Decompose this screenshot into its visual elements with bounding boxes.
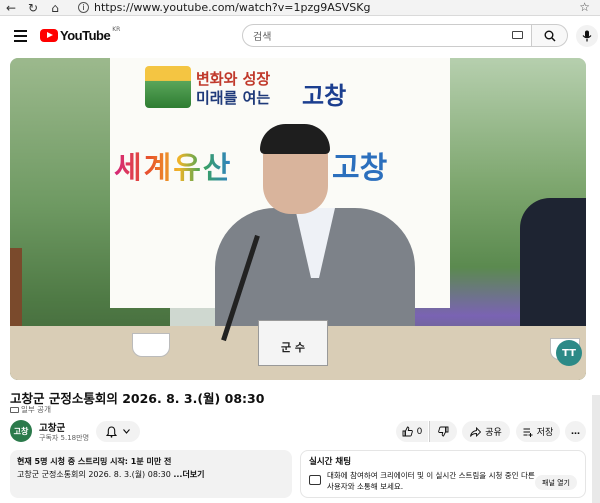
banner-slogan-line1: 변화와 성장 (196, 70, 271, 88)
live-chat-panel: 실시간 채팅 대화에 참여하여 크리에이터 및 이 실시간 스트림을 시청 중인… (300, 450, 586, 498)
like-count: 0 (416, 426, 423, 437)
save-button[interactable]: 저장 (516, 421, 560, 442)
bookmark-star-icon[interactable]: ☆ (579, 0, 590, 14)
person-right (520, 198, 586, 338)
search-input[interactable]: 검색 (242, 24, 532, 47)
view-stats: 현재 5명 시청 중 스트리밍 시작: 1분 미만 전 (17, 457, 172, 466)
visibility-badge: 일부 공개 (10, 404, 51, 415)
back-icon[interactable]: ← (0, 0, 22, 16)
play-logo-icon (40, 29, 58, 42)
subscriber-count: 구독자 5.18만명 (39, 434, 90, 442)
like-button[interactable]: 0 (396, 421, 428, 442)
home-icon[interactable]: ⌂ (44, 0, 66, 16)
live-chat-heading: 실시간 채팅 (309, 457, 352, 467)
video-player[interactable]: 변화와 성장 미래를 여는 고창 세계유산 고창 군 수 TT (10, 58, 586, 380)
menu-icon[interactable] (14, 30, 27, 42)
banner-heritage: 세계유산 (114, 143, 232, 187)
nameplate: 군 수 (258, 320, 328, 366)
description-box[interactable]: 현재 5명 시청 중 스트리밍 시작: 1분 미만 전 고창군 군정소통회의 2… (10, 450, 292, 498)
description-text: 고창군 군정소통회의 2026. 8. 3.(월) 08:30 (17, 470, 171, 479)
open-panel-button[interactable]: 패널 열기 (535, 475, 577, 490)
visibility-label: 일부 공개 (21, 405, 51, 414)
tea-cup-left (132, 333, 170, 357)
site-info-icon[interactable]: i (78, 2, 89, 13)
show-more-link[interactable]: ...더보기 (173, 470, 204, 479)
thumbs-down-icon (438, 426, 449, 437)
banner-heritage-city: 고창 (332, 151, 388, 186)
refresh-icon[interactable]: ↻ (22, 0, 44, 16)
share-button[interactable]: 공유 (462, 421, 510, 442)
voice-search-button[interactable] (576, 25, 598, 47)
share-icon (470, 426, 482, 437)
channel-name[interactable]: 고창군 (39, 420, 65, 434)
thumbs-up-icon (402, 426, 413, 437)
right-sidebar-edge (592, 395, 600, 503)
description-line: 고창군 군정소통회의 2026. 8. 3.(월) 08:30 ...더보기 (17, 468, 285, 481)
url-text: https://www.youtube.com/watch?v=1pzg9ASV… (94, 1, 371, 14)
search-icon (544, 30, 556, 42)
chevron-down-icon (123, 429, 130, 434)
microphone-icon (582, 30, 592, 42)
live-chat-message: 대화에 참여하여 크리에이터 및 이 실시간 스트림을 시청 중인 다른 사용자… (327, 471, 535, 491)
country-code: KR (112, 26, 121, 33)
search-button[interactable] (532, 24, 568, 47)
cc-icon (10, 406, 19, 413)
speaker-hair (260, 124, 330, 154)
save-playlist-icon (523, 428, 533, 437)
save-label: 저장 (536, 428, 554, 438)
search-placeholder: 검색 (253, 32, 272, 43)
chat-bubble-icon (309, 475, 321, 485)
notification-button[interactable] (96, 421, 140, 442)
share-label: 공유 (485, 428, 502, 438)
channel-avatar[interactable]: 고창 (10, 420, 32, 442)
address-bar[interactable]: i https://www.youtube.com/watch?v=1pzg9A… (78, 0, 588, 15)
logo-wordmark: YouTube (60, 28, 111, 43)
channel-watermark[interactable]: TT (556, 340, 582, 366)
more-actions-button[interactable]: … (565, 421, 586, 442)
banner-slogan-line2: 미래를 여는 (196, 89, 271, 107)
banner-city: 고창 (302, 82, 347, 110)
masthead: YouTube KR 검색 (0, 17, 600, 57)
youtube-logo[interactable]: YouTube KR (40, 26, 121, 43)
city-emblem-icon (145, 66, 191, 108)
keyboard-icon[interactable] (512, 31, 523, 39)
dislike-button[interactable] (429, 421, 457, 442)
bell-icon (106, 425, 117, 438)
